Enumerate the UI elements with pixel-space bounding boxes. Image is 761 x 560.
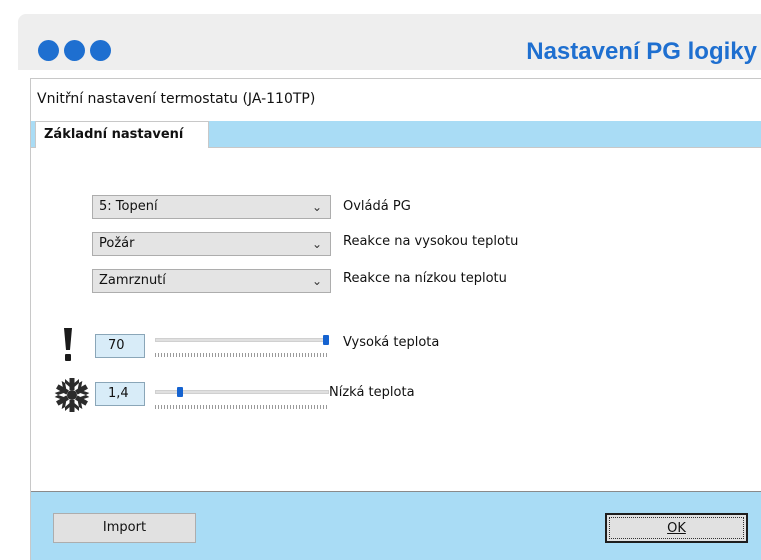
button-bar: Import OK — [31, 492, 761, 560]
exclamation-icon — [64, 328, 72, 361]
dot-icon — [90, 40, 111, 61]
low-temp-slider-ticks — [155, 405, 329, 409]
chevron-down-icon: ⌄ — [311, 274, 322, 288]
high-temp-reaction-label: Reakce na vysokou teplotu — [343, 234, 519, 249]
pg-select-label: Ovládá PG — [343, 199, 411, 214]
window-title: Vnitřní nastavení termostatu (JA-110TP) — [37, 91, 316, 107]
high-temp-input[interactable]: 70 — [95, 334, 145, 358]
dot-icon — [64, 40, 85, 61]
high-temp-reaction-value: Požár — [99, 236, 135, 251]
pg-select-value: 5: Topení — [99, 199, 158, 214]
ok-button[interactable]: OK — [605, 513, 748, 543]
snowflake-icon — [53, 378, 91, 412]
high-temp-slider-ticks — [155, 353, 329, 357]
high-temp-label: Vysoká teplota — [343, 335, 440, 350]
high-temp-slider-thumb[interactable] — [323, 335, 329, 345]
high-temp-reaction-select[interactable]: Požár ⌄ — [92, 232, 331, 256]
page-header: Nastavení PG logiky — [0, 0, 761, 80]
low-temp-label: Nízká teplota — [329, 385, 415, 400]
chevron-down-icon: ⌄ — [311, 200, 322, 214]
header-bar: Nastavení PG logiky — [18, 14, 761, 70]
chevron-down-icon: ⌄ — [311, 237, 322, 251]
low-temp-reaction-value: Zamrznutí — [99, 273, 166, 288]
dot-icon — [38, 40, 59, 61]
tab-basic-settings[interactable]: Základní nastavení — [35, 121, 209, 148]
settings-window: Vnitřní nastavení termostatu (JA-110TP) … — [30, 78, 761, 560]
low-temp-reaction-select[interactable]: Zamrznutí ⌄ — [92, 269, 331, 293]
low-temp-reaction-label: Reakce na nízkou teplotu — [343, 271, 507, 286]
low-temp-input[interactable]: 1,4 — [95, 382, 145, 406]
ok-button-label: OK — [667, 521, 686, 536]
low-temp-slider-thumb[interactable] — [176, 387, 183, 397]
import-button[interactable]: Import — [53, 513, 196, 543]
page-title: Nastavení PG logiky — [526, 38, 757, 65]
high-temp-slider-track[interactable] — [155, 338, 329, 342]
pg-select[interactable]: 5: Topení ⌄ — [92, 195, 331, 219]
